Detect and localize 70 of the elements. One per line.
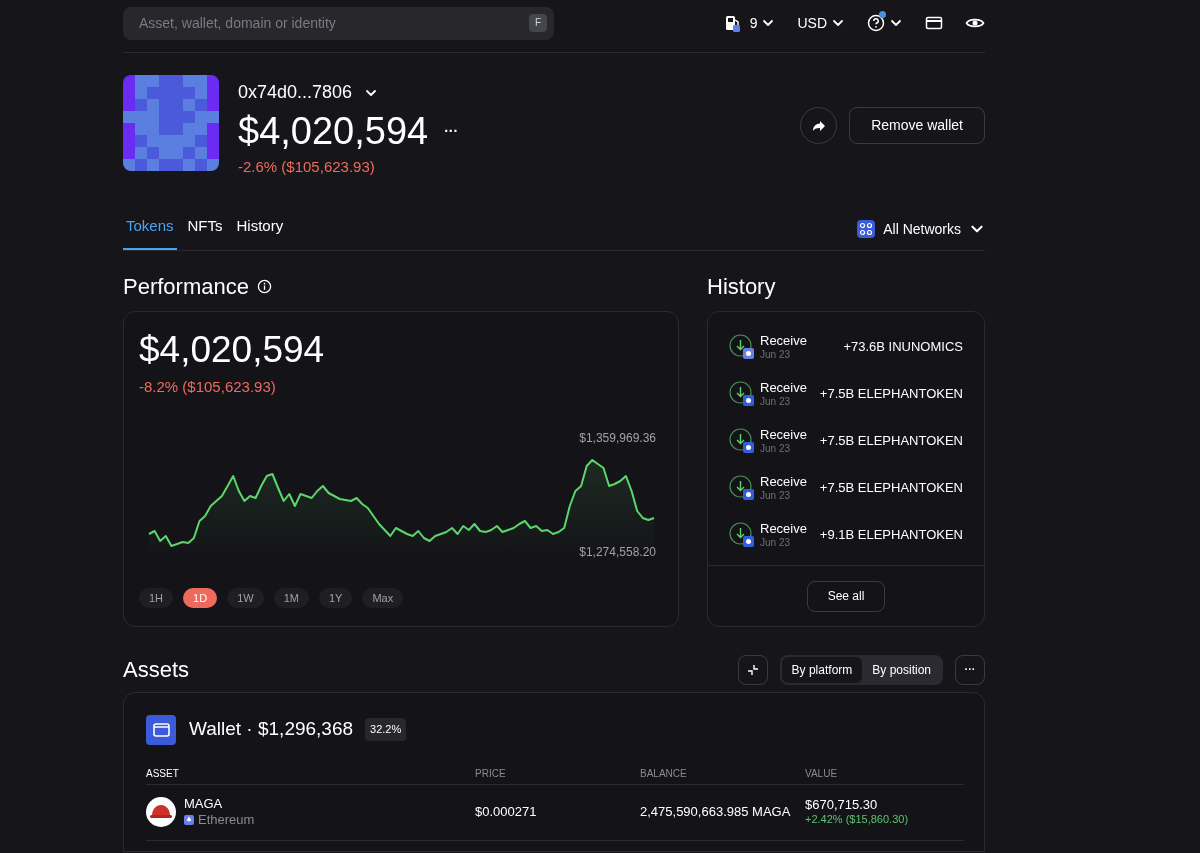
table-cell-text: $0.000271	[475, 803, 538, 822]
info-icon[interactable]	[256, 279, 272, 294]
column-header: ASSET	[146, 766, 180, 781]
column-header: VALUE	[805, 766, 839, 781]
transaction-date: Jun 23	[760, 442, 792, 456]
receive-icon	[729, 381, 752, 404]
share-badge: 32.2%	[365, 718, 407, 741]
range-tab[interactable]: 1W	[227, 588, 264, 608]
view-option[interactable]: By position	[862, 656, 941, 683]
receive-icon	[729, 475, 752, 498]
transaction-type: Receive	[760, 520, 807, 537]
wallet-icon	[146, 714, 176, 745]
wallet-change: -2.6% ($105,623.93)	[238, 157, 376, 177]
range-tab[interactable]: 1Y	[318, 588, 353, 608]
card-icon[interactable]	[925, 14, 943, 32]
asset-network: Ethereum	[198, 812, 255, 829]
more-button[interactable]: ···	[955, 654, 985, 685]
transaction-type: Receive	[760, 332, 807, 349]
section-title: Assets	[123, 656, 190, 684]
min-value-label: $1,274,558.20	[579, 544, 656, 561]
help-icon	[867, 14, 885, 32]
transaction-amount: +73.6B INUNOMICS	[843, 338, 963, 357]
group-title: Wallet · $1,296,368	[189, 717, 354, 742]
transaction-type: Receive	[760, 473, 807, 490]
see-all-button[interactable]: See all	[807, 580, 885, 612]
receive-icon	[729, 522, 752, 545]
column-header: PRICE	[475, 766, 507, 781]
section-title: History	[707, 272, 777, 301]
receive-icon	[729, 334, 752, 357]
token-avatar	[146, 797, 176, 827]
wallet-value: $4,020,594	[238, 109, 429, 154]
table-cell-text: 2,475,590,663.985 MAGA	[640, 803, 792, 822]
network-icon	[857, 220, 876, 238]
value-change: +2.42% ($15,860.30)	[805, 813, 910, 827]
gas-button[interactable]: 9	[723, 12, 776, 34]
currency-button[interactable]: USD	[797, 12, 845, 34]
max-value-label: $1,359,969.36	[579, 430, 656, 447]
tab[interactable]: Tokens	[123, 215, 177, 250]
transaction-type: Receive	[760, 379, 807, 396]
transaction-type: Receive	[760, 426, 807, 443]
tab[interactable]: History	[233, 215, 287, 250]
range-tab[interactable]: 1H	[139, 588, 174, 608]
asset-name: MAGA	[184, 795, 224, 812]
help-button[interactable]	[867, 14, 903, 32]
column-header: BALANCE	[640, 766, 688, 781]
transaction-amount: +7.5B ELEPHANTOKEN	[819, 432, 963, 451]
range-tab[interactable]: Max	[362, 588, 404, 608]
network-filter[interactable]: All Networks	[857, 218, 985, 240]
address-dropdown[interactable]: 0x74d0...7806	[238, 79, 459, 106]
section-title: Performance	[123, 273, 249, 301]
portfolio-change: -8.2% ($105,623.93)	[139, 376, 277, 397]
transaction-date: Jun 23	[760, 489, 792, 503]
more-button[interactable]: ···	[444, 120, 459, 142]
transaction-date: Jun 23	[760, 348, 792, 362]
transaction-amount: +9.1B ELEPHANTOKEN	[819, 526, 963, 545]
collapse-icon	[746, 663, 759, 676]
tab[interactable]: NFTs	[184, 215, 226, 250]
view-option[interactable]: By platform	[781, 656, 863, 683]
transaction-date: Jun 23	[760, 536, 792, 550]
fuel-pump-icon	[723, 14, 742, 32]
collapse-button[interactable]	[737, 654, 768, 685]
transaction-date: Jun 23	[760, 395, 792, 409]
range-tab[interactable]: 1M	[273, 588, 309, 608]
portfolio-value: $4,020,594	[139, 327, 326, 372]
ethereum-icon	[184, 815, 194, 826]
transaction-amount: +7.5B ELEPHANTOKEN	[819, 479, 963, 498]
receive-icon	[729, 428, 752, 451]
transaction-amount: +7.5B ELEPHANTOKEN	[819, 385, 963, 404]
table-cell-text: $670,715.30	[805, 797, 879, 814]
remove-wallet-button[interactable]: Remove wallet	[849, 107, 985, 144]
